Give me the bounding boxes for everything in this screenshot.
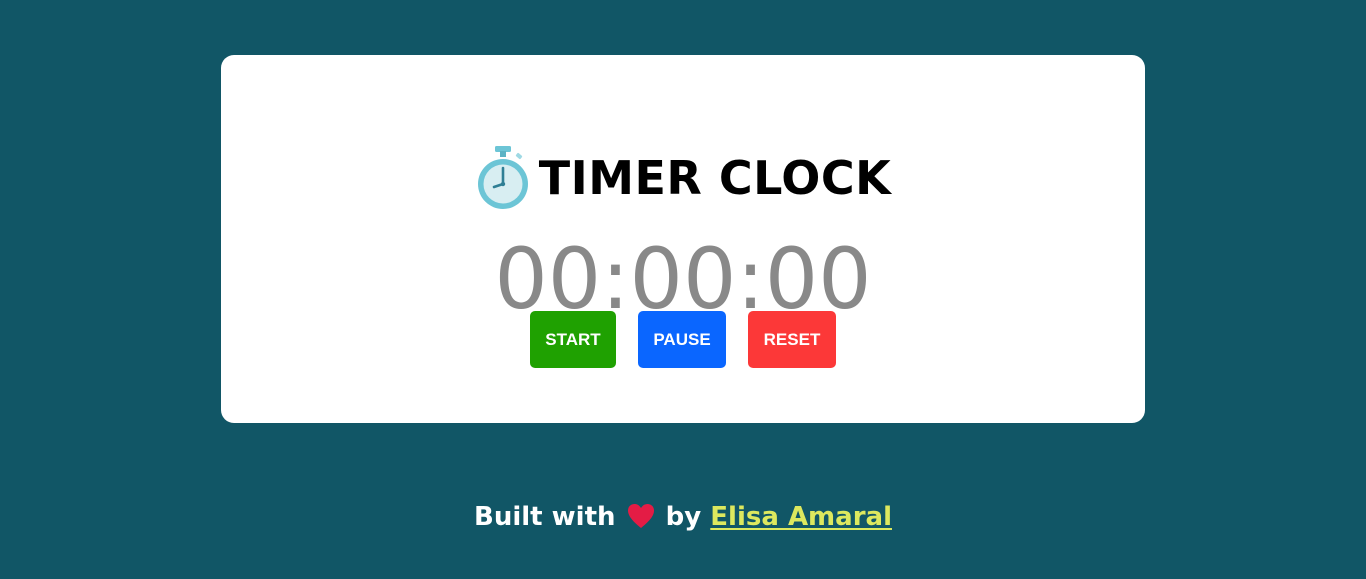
heart-icon [627,504,654,528]
footer-by: by [665,502,702,532]
stopwatch-icon [477,146,528,209]
timer-controls: START PAUSE RESET [0,311,1366,368]
time-display: 00:00:00 [494,230,872,328]
page-title: TIMER CLOCK [538,151,892,205]
footer-credit: Built with by Elisa Amaral [0,499,1366,535]
pause-button[interactable]: PAUSE [638,311,726,368]
start-button[interactable]: START [530,311,616,368]
author-link[interactable]: Elisa Amaral [710,502,892,532]
footer-prefix: Built with [474,502,616,532]
title-row: TIMER CLOCK [221,143,1145,213]
reset-button[interactable]: RESET [748,311,836,368]
